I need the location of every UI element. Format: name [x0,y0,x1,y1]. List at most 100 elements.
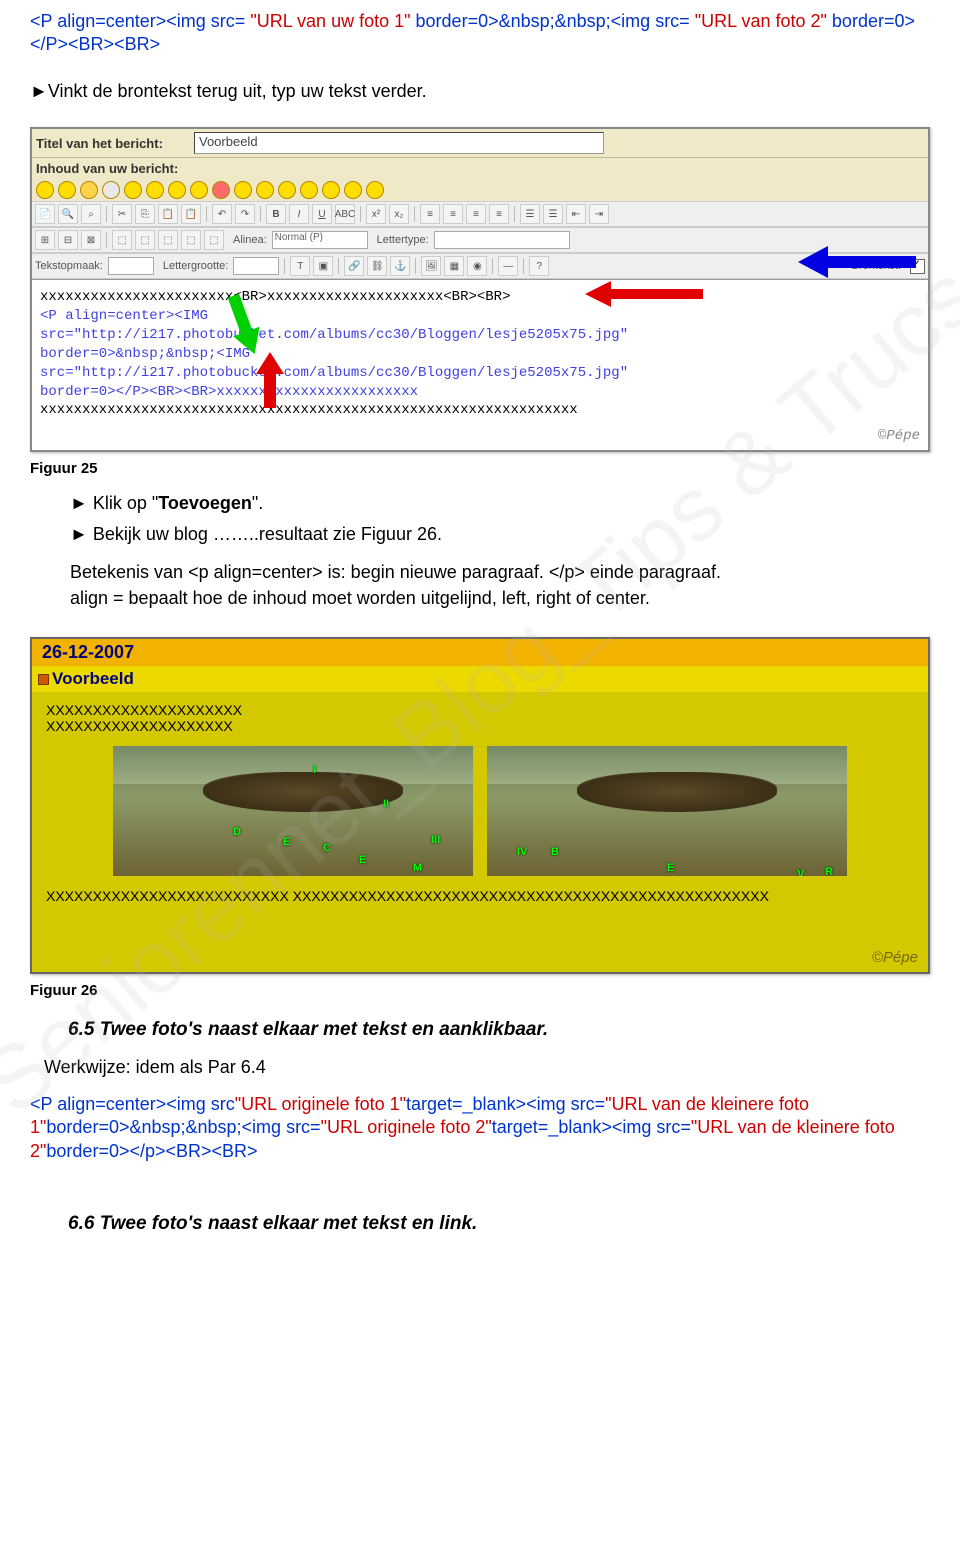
tb-btn[interactable]: ⊟ [58,230,78,250]
align-right-icon[interactable]: ≡ [466,204,486,224]
image-icon[interactable]: 🖼 [421,256,441,276]
editor-screenshot: Titel van het bericht: Voorbeeld Inhoud … [30,127,930,452]
code-text: border=0>&nbsp;&nbsp;<img src= [46,1117,320,1137]
tb-btn[interactable]: 📄 [35,204,55,224]
emoji-icon[interactable] [366,181,384,199]
tb-btn[interactable]: ⬚ [181,230,201,250]
tb-btn[interactable]: ◉ [467,256,487,276]
font-label: Lettertype: [377,234,429,246]
table-icon[interactable]: ▦ [444,256,464,276]
tb-btn[interactable]: ⬚ [112,230,132,250]
code-block-2: <P align=center><img src"URL originele f… [30,1093,930,1163]
list-icon[interactable]: ☰ [520,204,540,224]
emoji-icon[interactable] [58,181,76,199]
emoji-icon[interactable] [256,181,274,199]
cut-icon[interactable]: ✂ [112,204,132,224]
underline-icon[interactable]: U [312,204,332,224]
src-line: src="http://i217.photobucket.com/albums/… [40,365,628,381]
strike-icon[interactable]: ABC [335,204,355,224]
sub-icon[interactable]: x₂ [389,204,409,224]
blue-arrow-icon [798,238,918,286]
bgcolor-icon[interactable]: ▣ [313,256,333,276]
explanation-1: Betekenis van <p align=center> is: begin… [30,560,930,584]
italic-icon[interactable]: I [289,204,309,224]
step-toevoegen: ► Klik op "Toevoegen". [30,491,930,515]
step-bekijk: ► Bekijk uw blog ……..resultaat zie Figuu… [30,522,930,546]
emoji-icon[interactable] [322,181,340,199]
tekstopmaak-select[interactable] [108,257,154,275]
editor-source-area[interactable]: xxxxxxxxxxxxxxxxxxxxxxx<BR>xxxxxxxxxxxxx… [32,279,928,450]
signature: ©Pépe [878,427,920,446]
outdent-icon[interactable]: ⇤ [566,204,586,224]
blog-signature: ©Pépe [872,949,918,966]
emoji-icon[interactable] [36,181,54,199]
tb-btn[interactable]: ⬚ [158,230,178,250]
link-icon[interactable]: 🔗 [344,256,364,276]
tb-btn[interactable]: ⬚ [204,230,224,250]
code-text: "URL originele foto 2" [321,1117,492,1137]
copy-icon[interactable]: ⎘ [135,204,155,224]
emoji-icon[interactable] [168,181,186,199]
help-icon[interactable]: ? [529,256,549,276]
undo-icon[interactable]: ↶ [212,204,232,224]
emoji-icon[interactable] [146,181,164,199]
section-6-6: 6.6 Twee foto's naast elkaar met tekst e… [68,1213,930,1235]
color-icon[interactable]: T [290,256,310,276]
figure-26-caption: Figuur 26 [30,982,930,999]
paste-icon[interactable]: 📋 [181,204,201,224]
emoji-icon[interactable] [212,181,230,199]
tb-btn[interactable]: ⊠ [81,230,101,250]
src-line: xxxxxxxxxxxxxxxxxxxxxxxxxxxxxxxxxxxxxxxx… [40,402,578,418]
anchor-icon[interactable]: ⚓ [390,256,410,276]
paste-icon[interactable]: 📋 [158,204,178,224]
blog-text: XXXXXXXXXXXXXXXXXXXXXXXXXX XXXXXXXXXXXXX… [46,888,914,904]
emoji-icon[interactable] [80,181,98,199]
alinea-label: Alinea: [233,234,267,246]
blog-date: 26-12-2007 [32,639,928,666]
redo-icon[interactable]: ↷ [235,204,255,224]
font-select[interactable] [434,231,570,249]
size-select[interactable] [233,257,279,275]
alinea-select[interactable]: Normal (P) [272,231,368,249]
src-line: <P align=center><IMG [40,308,208,324]
emoji-icon[interactable] [278,181,296,199]
tb-btn[interactable]: ⌕ [81,204,101,224]
content-label-row: Inhoud van uw bericht: [32,158,928,179]
emoji-icon[interactable] [300,181,318,199]
section-6-5: 6.5 Twee foto's naast elkaar met tekst e… [68,1019,930,1041]
emoji-icon[interactable] [190,181,208,199]
emoji-icon[interactable] [124,181,142,199]
align-justify-icon[interactable]: ≡ [489,204,509,224]
tekstopmaak-label: Tekstopmaak: [35,260,103,272]
align-left-icon[interactable]: ≡ [420,204,440,224]
code-text: border=0>&nbsp;&nbsp;<img src= [416,11,690,31]
hr-icon[interactable]: — [498,256,518,276]
blog-preview: 26-12-2007 Voorbeeld XXXXXXXXXXXXXXXXXXX… [30,637,930,974]
src-line: border=0>&nbsp;&nbsp;<IMG [40,346,250,362]
code-text: "URL van foto 2" [695,11,827,31]
green-arrow-icon [226,294,262,356]
tb-btn[interactable]: 🔍 [58,204,78,224]
bold-icon[interactable]: B [266,204,286,224]
title-input[interactable]: Voorbeeld [194,132,604,154]
emoji-icon[interactable] [102,181,120,199]
indent-icon[interactable]: ⇥ [589,204,609,224]
src-line: xxxxxxxxxxxxxxxxxxxxxxx<BR>xxxxxxxxxxxxx… [40,289,510,305]
code-text: border=0></p><BR><BR> [46,1141,257,1161]
toolbar-row-1: 📄 🔍 ⌕ ✂ ⎘ 📋 📋 ↶ ↷ B I U ABC x² x₂ ≡ ≡ ≡ … [32,201,928,227]
tb-btn[interactable]: ⬚ [135,230,155,250]
unlink-icon[interactable]: ⛓ [367,256,387,276]
toolbar-row-2: ⊞ ⊟ ⊠ ⬚ ⬚ ⬚ ⬚ ⬚ Alinea: Normal (P) Lette… [32,227,928,253]
sup-icon[interactable]: x² [366,204,386,224]
blog-image: I II D E C E III M [113,746,473,876]
list-ol-icon[interactable]: ☰ [543,204,563,224]
red-arrow-icon [585,279,705,309]
tb-btn[interactable]: ⊞ [35,230,55,250]
blog-image: IV B E V R [487,746,847,876]
src-line: src="http://i217.photobucket.com/albums/… [40,327,628,343]
align-center-icon[interactable]: ≡ [443,204,463,224]
emoji-icon[interactable] [234,181,252,199]
toolbar-row-3: Tekstopmaak: Lettergrootte: T ▣ 🔗 ⛓ ⚓ 🖼 … [32,253,928,279]
blog-text: XXXXXXXXXXXXXXXXXXXXX [46,702,914,718]
emoji-icon[interactable] [344,181,362,199]
